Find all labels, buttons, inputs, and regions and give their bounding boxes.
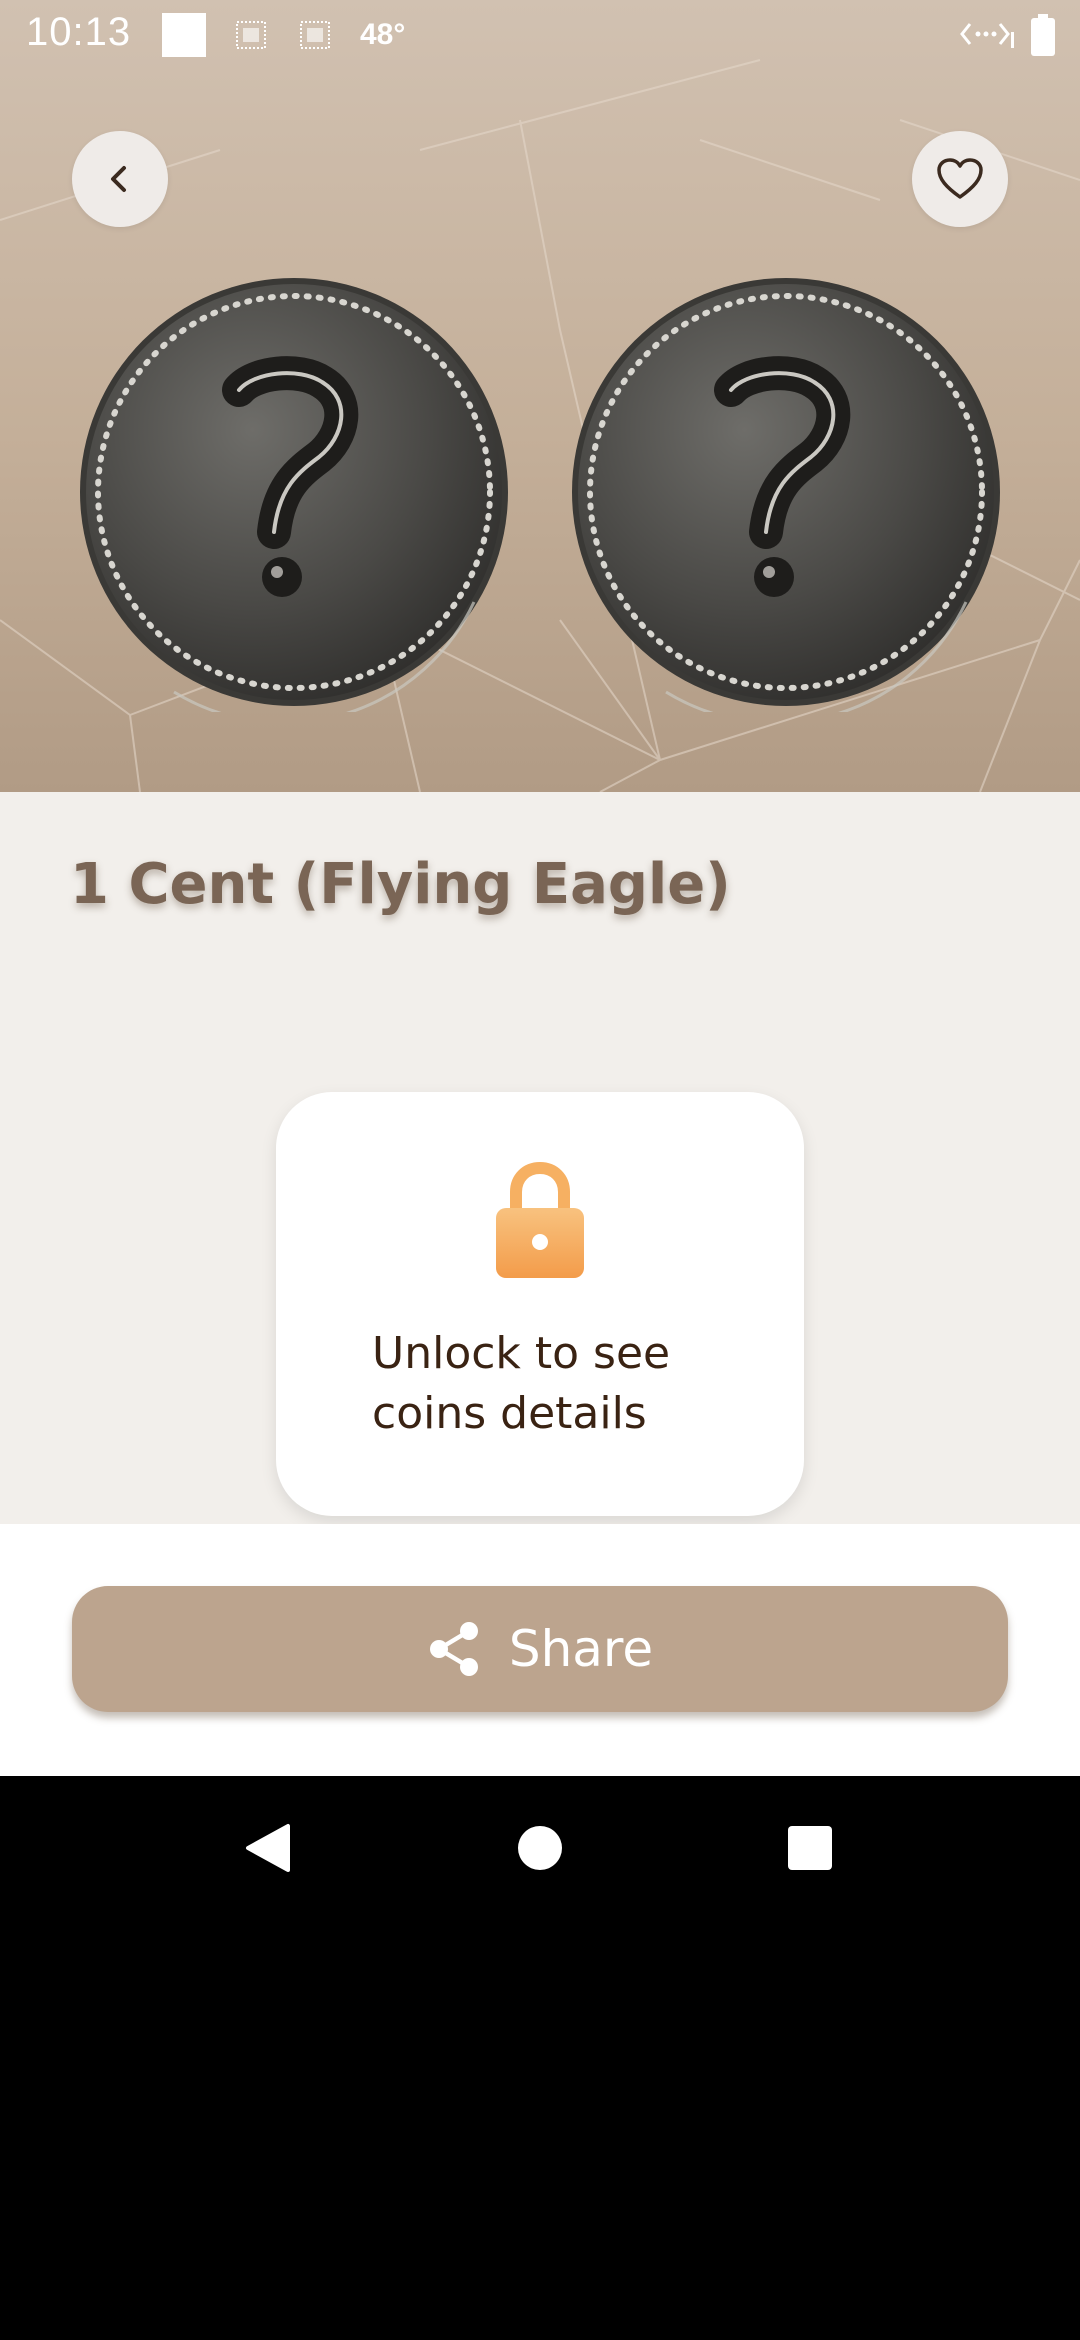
- system-back-button[interactable]: [208, 1776, 328, 1920]
- unlock-message-line-2: coins details: [372, 1388, 647, 1439]
- status-bar: 10:13 48°: [0, 0, 1080, 70]
- share-label: Share: [508, 1620, 654, 1678]
- system-home-button[interactable]: [480, 1776, 600, 1920]
- notification-square-icon: [162, 13, 206, 57]
- favorite-button[interactable]: [912, 131, 1008, 227]
- coin-obverse-image[interactable]: [74, 272, 514, 712]
- app-notification-icon: [300, 21, 330, 49]
- bottom-action-panel: Share: [0, 1524, 1080, 1776]
- app-notification-icon: [236, 21, 266, 49]
- status-temperature: 48°: [360, 18, 406, 51]
- home-circle-icon: [518, 1826, 562, 1870]
- battery-icon: [1031, 14, 1055, 56]
- share-icon: [429, 1622, 478, 1676]
- status-time: 10:13: [26, 10, 132, 54]
- coin-reverse-image[interactable]: [566, 272, 1006, 712]
- unlock-message: Unlock to see coins details: [372, 1324, 772, 1444]
- wifi-calling-icon: [960, 23, 1014, 48]
- recents-square-icon: [788, 1826, 832, 1870]
- heart-outline-icon: [937, 158, 983, 199]
- back-triangle-icon: [246, 1824, 290, 1872]
- system-navigation-bar: [0, 1776, 1080, 1920]
- share-button[interactable]: Share: [72, 1586, 1008, 1712]
- back-button[interactable]: [72, 131, 168, 227]
- unlock-card[interactable]: Unlock to see coins details: [276, 1092, 804, 1516]
- unlock-message-line-1: Unlock to see: [372, 1328, 671, 1379]
- coin-hero-section: 10:13 48°: [0, 0, 1080, 792]
- lock-icon: [496, 1162, 584, 1278]
- coin-title: 1 Cent (Flying Eagle): [70, 852, 731, 917]
- system-recents-button[interactable]: [750, 1776, 870, 1920]
- chevron-left-icon: [111, 166, 126, 192]
- coin-details-section: 1 Cent (Flying Eagle) Unlock to see coin…: [0, 792, 1080, 1524]
